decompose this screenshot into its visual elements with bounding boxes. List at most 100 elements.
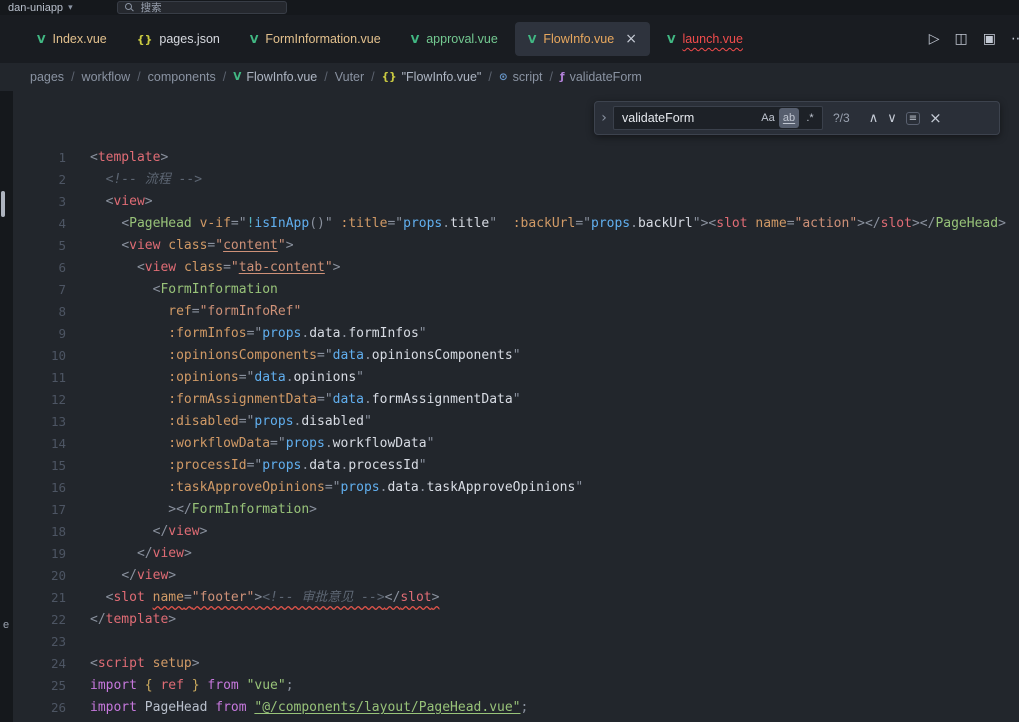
breadcrumb-item-workflow[interactable]: workflow [82,70,131,84]
code-token: content [223,238,278,253]
code-token: . [630,216,638,231]
code-token: slot [400,590,431,605]
breadcrumb-item-script[interactable]: ⊙script [499,70,543,84]
code-token: = [787,216,795,231]
code-token: PageHead [935,216,998,231]
tabs: VIndex.vue{}pages.jsonVFormInformation.v… [24,22,756,56]
tab-approval.vue[interactable]: Vapproval.vue [398,22,511,56]
code-token [137,700,145,715]
code-token: props [340,480,379,495]
find-prev-button[interactable]: ∧ [869,111,879,126]
code-token: v-if [200,216,231,231]
whole-word-button[interactable]: ab [779,108,799,128]
breadcrumb-item-FlowInfo.vue[interactable]: VFlowInfo.vue [233,70,317,84]
run-icon[interactable]: ▷ [929,31,940,47]
code-token: ></ [168,502,191,517]
code-token: slot [881,216,912,231]
code-line: 13 :disabled="props.disabled" [13,411,1019,433]
code-token: > [286,238,294,253]
code-text: </view> [90,565,176,587]
code-token: ; [521,700,529,715]
line-number: 16 [13,477,90,499]
code-token: from [207,678,238,693]
breadcrumb-item-validateForm[interactable]: ƒvalidateForm [560,70,642,84]
code-token: props [591,216,630,231]
code-token: " [513,348,521,363]
find-expand-icon[interactable]: › [595,110,613,126]
find-input-wrap: Aa ab .* [613,106,823,130]
code-token [90,392,168,407]
command-center-search[interactable]: 搜索 [117,1,287,14]
tab-FormInformation.vue[interactable]: VFormInformation.vue [237,22,394,56]
code-token [192,216,200,231]
breadcrumb-item-pages[interactable]: pages [30,70,64,84]
project-title[interactable]: dan-uniapp ▾ [8,2,73,14]
code-text: <view class="content"> [90,235,294,257]
code-lines[interactable]: 1<template>2 <!-- 流程 -->3 <view>4 <PageH… [13,91,1019,722]
code-token: data [387,480,418,495]
close-icon[interactable]: × [625,31,637,47]
tab-label: launch.vue [682,32,742,46]
title-bar: dan-uniapp ▾ 搜索 [0,0,1019,15]
layout-icon[interactable]: ▣ [983,31,996,47]
breadcrumb-separator: / [137,70,140,84]
code-token: " [215,238,223,253]
code-line: 22</template> [13,609,1019,631]
code-token: } [192,678,200,693]
code-token: " [427,436,435,451]
code-token: props [262,326,301,341]
tab-launch.vue[interactable]: Vlaunch.vue [654,22,756,56]
code-token: > [184,546,192,561]
search-icon [125,3,135,13]
line-number: 13 [13,411,90,433]
code-token [90,568,121,583]
code-token: > [912,216,920,231]
more-actions-icon[interactable]: ⋯ [1011,31,1019,47]
breadcrumb-item-FlowInfo.vue[interactable]: {}"FlowInfo.vue" [382,70,482,84]
breadcrumb-separator: / [71,70,74,84]
match-case-button[interactable]: Aa [758,108,778,128]
vue-icon: V [528,33,537,46]
split-editor-icon[interactable]: ◫ [955,31,968,47]
code-token: > [200,524,208,539]
find-next-button[interactable]: ∨ [887,111,897,126]
tab-Index.vue[interactable]: VIndex.vue [24,22,120,56]
regex-button[interactable]: .* [800,108,820,128]
code-token [90,436,168,451]
code-token: slot [113,590,144,605]
code-token: "vue" [247,678,286,693]
code-text: import PageHead from "@/components/layou… [90,697,528,719]
code-token: view [168,524,199,539]
code-token: ref [160,678,183,693]
code-token: disabled [301,414,364,429]
code-token: import [90,678,137,693]
breadcrumb-label: components [148,70,216,84]
find-input[interactable] [622,111,757,125]
find-close-icon[interactable]: × [929,109,942,127]
find-in-selection-button[interactable]: ≡ [906,112,920,125]
code-token: </ [137,546,153,561]
code-token: " [356,370,364,385]
code-token: data [254,370,285,385]
find-widget: › Aa ab .* ?/3 ∧ ∨ ≡ × [594,101,1000,135]
line-number: 7 [13,279,90,301]
tab-label: pages.json [159,32,219,46]
code-token: :workflowData [168,436,270,451]
line-number: 6 [13,257,90,279]
tab-pages.json[interactable]: {}pages.json [124,22,233,56]
code-line: 4 <PageHead v-if="!isInApp()" :title="pr… [13,213,1019,235]
breadcrumb-separator: / [324,70,327,84]
code-token: FormInformation [192,502,309,517]
line-number: 3 [13,191,90,213]
code-token [90,304,168,319]
code-token [184,678,192,693]
tab-FlowInfo.vue[interactable]: VFlowInfo.vue× [515,22,650,56]
find-match-count: ?/3 [833,111,850,125]
editor-pane[interactable]: e 1<template>2 <!-- 流程 -->3 <view>4 <Pag… [0,91,1019,722]
breadcrumb: pages/workflow/components/VFlowInfo.vue/… [0,63,1019,91]
braces-icon: {} [382,71,397,83]
breadcrumb-item-Vuter[interactable]: Vuter [335,70,364,84]
code-token [90,216,121,231]
breadcrumb-item-components[interactable]: components [148,70,216,84]
code-token: <!-- 流程 --> [106,172,202,187]
